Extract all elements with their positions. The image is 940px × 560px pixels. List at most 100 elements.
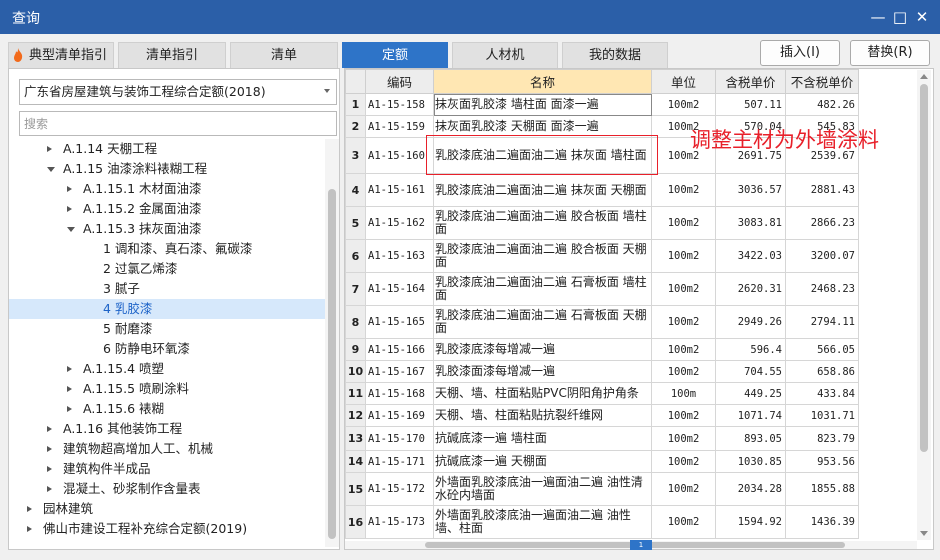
cell-name[interactable]: 外墙面乳胶漆底油一遍面油二遍 油性墙、柱面 xyxy=(433,505,652,539)
cell-price-notax[interactable]: 2881.43 xyxy=(785,173,859,207)
table-row[interactable]: 13 A1-15-170 抗碱底漆一遍 墙柱面 100m2 893.05 823.79 xyxy=(345,426,859,451)
cell-name[interactable]: 天棚、墙、柱面粘贴抗裂纤维网 xyxy=(433,404,652,427)
cell-name[interactable]: 乳胶漆底漆每增减一遍 xyxy=(433,338,652,361)
row-index[interactable]: 15 xyxy=(345,472,366,506)
cell-price-notax[interactable]: 1436.39 xyxy=(785,505,859,539)
cell-name[interactable]: 天棚、墙、柱面粘贴PVC阴阳角护角条 xyxy=(433,382,652,405)
cell-unit[interactable]: 100m2 xyxy=(651,272,716,306)
table-row[interactable]: 1 A1-15-158 抹灰面乳胶漆 墙柱面 面漆一遍 100m2 507.11 482.… xyxy=(345,93,859,116)
cell-price-notax[interactable]: 1031.71 xyxy=(785,404,859,427)
cell-name[interactable]: 乳胶漆底油二遍面油二遍 胶合板面 天棚面 xyxy=(433,239,652,273)
cell-code[interactable]: A1-15-168 xyxy=(365,382,434,405)
grid-scrollbar-thumb[interactable] xyxy=(920,84,928,452)
table-row[interactable]: 16 A1-15-173 外墙面乳胶漆底油一遍面油二遍 油性墙、柱面 100m2 159… xyxy=(345,505,859,539)
column-header-code[interactable]: 编码 xyxy=(365,69,434,94)
column-header-price-tax[interactable]: 含税单价 xyxy=(715,69,786,94)
cell-price-tax[interactable]: 507.11 xyxy=(715,93,786,116)
tree-scrollbar-thumb[interactable] xyxy=(328,189,336,539)
cell-code[interactable]: A1-15-167 xyxy=(365,360,434,383)
cell-unit[interactable]: 100m2 xyxy=(651,206,716,240)
cell-unit[interactable]: 100m2 xyxy=(651,239,716,273)
cell-unit[interactable]: 100m2 xyxy=(651,450,716,473)
cell-unit[interactable]: 100m2 xyxy=(651,426,716,451)
cell-name[interactable]: 乳胶漆底油二遍面油二遍 石膏板面 天棚面 xyxy=(433,305,652,339)
close-icon[interactable]: ✕ xyxy=(912,7,932,27)
insert-button[interactable]: 插入(I) xyxy=(760,40,840,66)
row-index[interactable]: 14 xyxy=(345,450,366,473)
cell-unit[interactable]: 100m2 xyxy=(651,472,716,506)
table-row[interactable]: 6 A1-15-163 乳胶漆底油二遍面油二遍 胶合板面 天棚面 100m2 3422.… xyxy=(345,239,859,273)
tree-item[interactable]: A.1.15 油漆涂料裱糊工程 xyxy=(9,159,325,179)
cell-code[interactable]: A1-15-162 xyxy=(365,206,434,240)
library-select[interactable]: 广东省房屋建筑与装饰工程综合定额(2018) xyxy=(19,79,337,105)
cell-price-notax[interactable]: 2794.11 xyxy=(785,305,859,339)
column-header-name[interactable]: 名称 xyxy=(433,69,652,94)
replace-button[interactable]: 替换(R) xyxy=(850,40,930,66)
column-header-price-notax[interactable]: 不含税单价 xyxy=(785,69,859,94)
expand-right-icon[interactable] xyxy=(27,526,32,532)
cell-code[interactable]: A1-15-160 xyxy=(365,137,434,174)
cell-unit[interactable]: 100m2 xyxy=(651,305,716,339)
cell-name[interactable]: 乳胶漆底油二遍面油二遍 胶合板面 墙柱面 xyxy=(433,206,652,240)
scroll-down-icon[interactable] xyxy=(920,531,928,536)
tab-labor-material-machine[interactable]: 人材机 xyxy=(452,42,558,68)
tree-item[interactable]: 3 腻子 xyxy=(9,279,325,299)
cell-unit[interactable]: 100m2 xyxy=(651,173,716,207)
expand-down-icon[interactable] xyxy=(47,167,55,172)
cell-price-tax[interactable]: 1594.92 xyxy=(715,505,786,539)
cell-code[interactable]: A1-15-170 xyxy=(365,426,434,451)
cell-price-notax[interactable]: 953.56 xyxy=(785,450,859,473)
tab-quota[interactable]: 定额 xyxy=(342,42,448,68)
cell-price-notax[interactable]: 2866.23 xyxy=(785,206,859,240)
row-index[interactable]: 4 xyxy=(345,173,366,207)
tree-item[interactable]: 2 过氯乙烯漆 xyxy=(9,259,325,279)
row-index[interactable]: 8 xyxy=(345,305,366,339)
tree-item[interactable]: A.1.14 天棚工程 xyxy=(9,139,325,159)
cell-unit[interactable]: 100m2 xyxy=(651,338,716,361)
tree-item[interactable]: A.1.15.3 抹灰面油漆 xyxy=(9,219,325,239)
minimize-icon[interactable]: — xyxy=(868,7,888,27)
expand-right-icon[interactable] xyxy=(67,366,72,372)
expand-right-icon[interactable] xyxy=(47,466,52,472)
tree-item[interactable]: 4 乳胶漆 xyxy=(9,299,325,319)
expand-down-icon[interactable] xyxy=(67,227,75,232)
table-row[interactable]: 9 A1-15-166 乳胶漆底漆每增减一遍 100m2 596.4 566.05 xyxy=(345,338,859,361)
table-row[interactable]: 10 A1-15-167 乳胶漆面漆每增减一遍 100m2 704.55 658.86 xyxy=(345,360,859,383)
tree-item[interactable]: A.1.15.1 木材面油漆 xyxy=(9,179,325,199)
expand-right-icon[interactable] xyxy=(67,406,72,412)
row-index[interactable]: 7 xyxy=(345,272,366,306)
cell-name[interactable]: 乳胶漆底油二遍面油二遍 抹灰面 天棚面 xyxy=(433,173,652,207)
tree-item[interactable]: 1 调和漆、真石漆、氟碳漆 xyxy=(9,239,325,259)
row-index[interactable]: 16 xyxy=(345,505,366,539)
expand-right-icon[interactable] xyxy=(27,506,32,512)
tab-my-data[interactable]: 我的数据 xyxy=(562,42,668,68)
tab-bill[interactable]: 清单 xyxy=(230,42,338,68)
cell-unit[interactable]: 100m xyxy=(651,382,716,405)
cell-code[interactable]: A1-15-161 xyxy=(365,173,434,207)
expand-right-icon[interactable] xyxy=(67,206,72,212)
tree-item[interactable]: A.1.15.2 金属面油漆 xyxy=(9,199,325,219)
cell-code[interactable]: A1-15-171 xyxy=(365,450,434,473)
cell-name[interactable]: 抗碱底漆一遍 墙柱面 xyxy=(433,426,652,451)
row-index[interactable]: 5 xyxy=(345,206,366,240)
cell-price-notax[interactable]: 433.84 xyxy=(785,382,859,405)
cell-price-tax[interactable]: 3083.81 xyxy=(715,206,786,240)
cell-price-tax[interactable]: 2034.28 xyxy=(715,472,786,506)
tree-item[interactable]: 佛山市建设工程补充综合定额(2019) xyxy=(9,519,325,539)
expand-right-icon[interactable] xyxy=(67,186,72,192)
cell-name[interactable]: 外墙面乳胶漆底油一遍面油二遍 油性清水砼内墙面 xyxy=(433,472,652,506)
cell-price-tax[interactable]: 2949.26 xyxy=(715,305,786,339)
cell-code[interactable]: A1-15-163 xyxy=(365,239,434,273)
search-input[interactable] xyxy=(19,111,337,136)
cell-price-tax[interactable]: 2620.31 xyxy=(715,272,786,306)
cell-price-notax[interactable]: 566.05 xyxy=(785,338,859,361)
tree-item[interactable]: 建筑物超高增加人工、机械 xyxy=(9,439,325,459)
table-row[interactable]: 11 A1-15-168 天棚、墙、柱面粘贴PVC阴阳角护角条 100m 449.25 4… xyxy=(345,382,859,405)
cell-price-notax[interactable]: 658.86 xyxy=(785,360,859,383)
cell-code[interactable]: A1-15-164 xyxy=(365,272,434,306)
tree-item[interactable]: A.1.15.6 裱糊 xyxy=(9,399,325,419)
tree-item[interactable]: 混凝土、砂浆制作含量表 xyxy=(9,479,325,499)
maximize-icon[interactable]: □ xyxy=(890,7,910,27)
tree-item[interactable]: A.1.15.5 喷刷涂料 xyxy=(9,379,325,399)
grid-vertical-scrollbar[interactable] xyxy=(917,70,931,540)
